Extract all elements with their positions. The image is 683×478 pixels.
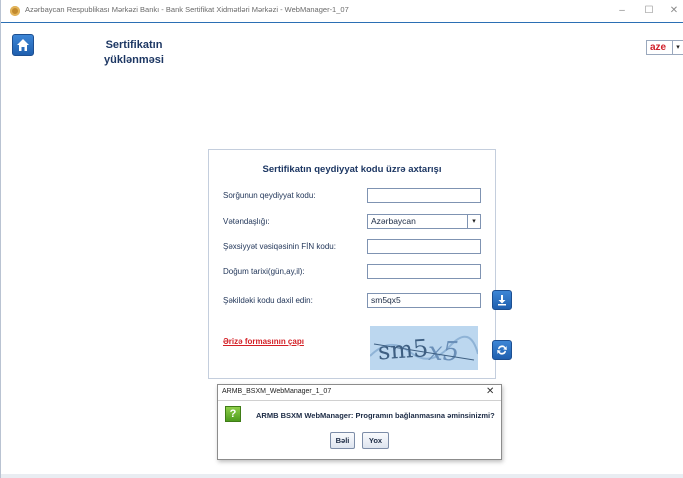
fin-code-input[interactable]	[367, 239, 481, 254]
question-icon: ?	[225, 406, 241, 422]
close-button[interactable]: ✕	[667, 4, 681, 18]
search-form-panel: Sertifikatın qeydiyyat kodu üzrə axtarış…	[208, 149, 512, 379]
no-button[interactable]: Yox	[362, 432, 389, 449]
reg-code-input[interactable]	[367, 188, 481, 203]
app-icon	[10, 6, 20, 16]
title-divider	[1, 22, 683, 23]
dialog-title: ARMB_BSXM_WebManager_1_07	[222, 388, 332, 395]
form-title: Sertifikatın qeydiyyat kodu üzrə axtarış…	[262, 164, 442, 175]
svg-text:sm5: sm5	[377, 334, 429, 365]
page-title-line2: yüklənməsi	[104, 54, 164, 66]
chevron-down-icon: ▾	[467, 215, 480, 228]
captcha-image: sm5 x5	[370, 326, 478, 370]
title-bar: Azərbaycan Respublikası Mərkəzi Bankı - …	[1, 0, 683, 22]
home-icon	[17, 39, 29, 51]
birth-date-input[interactable]	[367, 264, 481, 279]
reg-code-label: Sorğunun qeydiyyat kodu:	[223, 191, 316, 200]
dialog-message: ARMB BSXM WebManager: Programın bağlanma…	[256, 411, 495, 420]
citizenship-select[interactable]: Azərbaycan ▾	[367, 214, 481, 229]
citizenship-value: Azərbaycan	[371, 216, 416, 226]
fin-code-label: Şəxsiyyət vəsiqəsinin FİN kodu:	[223, 242, 336, 251]
app-window: Azərbaycan Respublikası Mərkəzi Bankı - …	[0, 0, 683, 478]
window-title: Azərbaycan Respublikası Mərkəzi Bankı - …	[25, 5, 349, 14]
language-value: aze	[650, 42, 667, 53]
refresh-icon	[497, 345, 507, 355]
dialog-divider	[218, 400, 501, 401]
confirm-dialog: ARMB_BSXM_WebManager_1_07 ✕ ? ARMB BSXM …	[217, 384, 502, 460]
maximize-button[interactable]: ☐	[642, 4, 656, 18]
captcha-input[interactable]: sm5qx5	[367, 293, 481, 308]
bottom-edge	[1, 474, 683, 478]
captcha-label: Şəkildəki kodu daxil edin:	[223, 296, 313, 305]
birth-date-label: Doğum tarixi(gün,ay,il):	[223, 267, 305, 276]
page-title: Sertifikatın yüklənməsi	[99, 38, 169, 68]
page-title-line1: Sertifikatın	[105, 39, 163, 51]
dialog-close-button[interactable]: ✕	[486, 386, 494, 397]
download-icon	[498, 295, 506, 306]
chevron-down-icon: ▾	[672, 41, 683, 54]
minimize-button[interactable]: –	[615, 4, 629, 18]
svg-text:x5: x5	[428, 337, 459, 367]
language-select[interactable]: aze ▾	[646, 40, 683, 55]
print-form-link[interactable]: Ərizə formasının çapı	[223, 337, 304, 346]
citizenship-label: Vətəndaşlığı:	[223, 217, 270, 226]
submit-button[interactable]	[492, 290, 512, 310]
yes-button[interactable]: Bəli	[330, 432, 355, 449]
home-button[interactable]	[12, 34, 34, 56]
refresh-captcha-button[interactable]	[492, 340, 512, 360]
